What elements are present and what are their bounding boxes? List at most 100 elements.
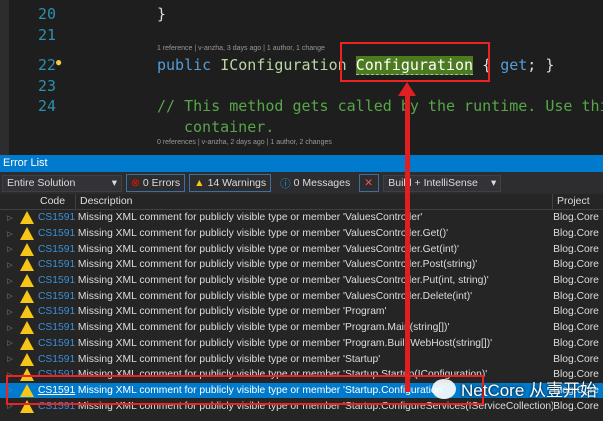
error-description: Missing XML comment for publicly visible… [77, 228, 449, 240]
keyword: public [157, 56, 212, 74]
codelens[interactable]: 1 reference | v-anzha, 3 days ago | 1 au… [157, 45, 325, 52]
expand-icon[interactable]: ▷ [4, 214, 16, 222]
error-description: Missing XML comment for publicly visible… [77, 212, 423, 224]
scope-value: Entire Solution [7, 177, 76, 189]
error-description: Missing XML comment for publicly visible… [77, 259, 478, 271]
column-description[interactable]: Description [76, 194, 553, 209]
watermark: NetCore 从壹开始 [432, 376, 597, 401]
line-number: 22 [37, 56, 56, 74]
sort-column[interactable] [0, 194, 36, 209]
error-code-link[interactable]: CS1591 [38, 259, 78, 270]
error-icon: ⊗ [131, 177, 140, 189]
error-code-link[interactable]: CS1591 [38, 228, 78, 239]
column-headers: Code Description Project [0, 194, 603, 210]
expand-icon[interactable]: ▷ [4, 324, 16, 332]
expand-icon[interactable]: ▷ [4, 308, 16, 316]
build-filter-value: Build + IntelliSense [388, 177, 478, 189]
scope-dropdown[interactable]: Entire Solution ▾ [2, 174, 122, 192]
expand-icon[interactable]: ▷ [4, 292, 16, 300]
error-project: Blog.Core [553, 353, 599, 365]
error-description: Missing XML comment for publicly visible… [77, 275, 489, 287]
error-project: Blog.Core [553, 306, 599, 318]
warnings-filter-button[interactable]: ▲ 14 Warnings [189, 174, 272, 192]
table-row[interactable]: ▷ CS1591 Missing XML comment for publicly … [0, 226, 603, 242]
column-project[interactable]: Project [553, 194, 603, 209]
error-code-link[interactable]: CS1591 [38, 212, 78, 223]
warnings-label: 14 Warnings [207, 177, 267, 189]
warning-icon [19, 289, 34, 303]
expand-icon[interactable]: ▷ [4, 277, 16, 285]
table-row[interactable]: ▷ CS1591 Missing XML comment for publicly … [0, 273, 603, 289]
expand-icon[interactable]: ▷ [4, 355, 16, 363]
keyword: get [500, 56, 528, 74]
warning-icon [19, 211, 34, 225]
messages-filter-button[interactable]: ⓘ 0 Messages [275, 174, 356, 192]
error-description: Missing XML comment for publicly visible… [77, 322, 450, 334]
annotation-box [6, 375, 484, 405]
table-row[interactable]: ▷ CS1591 Missing XML comment for publicly … [0, 241, 603, 257]
table-row[interactable]: ▷ CS1591 Missing XML comment for publicly … [0, 351, 603, 367]
error-code-link[interactable]: CS1591 [38, 275, 78, 286]
error-project: Blog.Core [553, 212, 599, 224]
error-project: Blog.Core [553, 337, 599, 349]
expand-icon[interactable]: ▷ [4, 339, 16, 347]
info-icon: ⓘ [280, 177, 291, 190]
table-row[interactable]: ▷ CS1591 Missing XML comment for publicly … [0, 210, 603, 226]
comment-line: // This method gets called by the runtim… [157, 97, 603, 115]
error-code-link[interactable]: CS1591 [38, 354, 78, 365]
warning-icon [19, 242, 34, 256]
expand-icon[interactable]: ▷ [4, 230, 16, 238]
error-project: Blog.Core [553, 259, 599, 271]
table-row[interactable]: ▷ CS1591 Missing XML comment for publicly … [0, 288, 603, 304]
column-code[interactable]: Code [36, 194, 76, 209]
filter-icon[interactable]: ✕ [359, 174, 380, 192]
panel-title: Error List [0, 155, 603, 172]
line-number: 23 [37, 77, 56, 95]
code-line: } [157, 5, 167, 23]
watermark-text: NetCore 从壹开始 [461, 381, 598, 400]
line-number: 24 [37, 97, 56, 115]
table-row[interactable]: ▷ CS1591 Missing XML comment for publicly … [0, 320, 603, 336]
error-code-link[interactable]: CS1591 [38, 291, 78, 302]
wechat-icon [432, 378, 456, 399]
error-code-link[interactable]: CS1591 [38, 244, 78, 255]
error-description: Missing XML comment for publicly visible… [77, 306, 387, 318]
expand-icon[interactable]: ▷ [4, 261, 16, 269]
expand-icon[interactable]: ▷ [4, 245, 16, 253]
chevron-down-icon: ▾ [111, 177, 117, 189]
error-code-link[interactable]: CS1591 [38, 322, 78, 333]
error-project: Blog.Core [553, 400, 599, 412]
comment-line: container. [184, 118, 275, 136]
warning-icon [19, 274, 34, 288]
error-project: Blog.Core [553, 290, 599, 302]
warning-icon [19, 305, 34, 319]
chevron-down-icon: ▾ [490, 177, 497, 189]
error-list-toolbar: Entire Solution ▾ ⊗ 0 Errors ▲ 14 Warnings … [0, 172, 603, 194]
error-project: Blog.Core [553, 228, 599, 240]
error-description: Missing XML comment for publicly visible… [77, 290, 473, 302]
table-row[interactable]: ▷ CS1591 Missing XML comment for publicly … [0, 336, 603, 352]
error-code-link[interactable]: CS1591 [38, 338, 78, 349]
error-project: Blog.Core [553, 275, 599, 287]
lightbulb-icon[interactable]: ● [55, 55, 62, 69]
table-row[interactable]: ▷ CS1591 Missing XML comment for publicly … [0, 304, 603, 320]
error-project: Blog.Core [553, 322, 599, 334]
errors-filter-button[interactable]: ⊗ 0 Errors [126, 174, 186, 192]
warning-icon [19, 352, 34, 366]
line-number: 21 [37, 26, 56, 44]
codelens[interactable]: 0 references | v-anzha, 2 days ago | 1 a… [157, 139, 332, 146]
table-row[interactable]: ▷ CS1591 Missing XML comment for publicly … [0, 257, 603, 273]
messages-label: 0 Messages [293, 177, 351, 189]
error-description: Missing XML comment for publicly visible… [77, 243, 459, 255]
error-project: Blog.Core [553, 243, 599, 255]
type-name: IConfiguration [220, 56, 347, 74]
build-filter-dropdown[interactable]: Build + IntelliSense ▾ [383, 174, 502, 192]
line-number: 20 [37, 5, 56, 23]
error-code-link[interactable]: CS1591 [38, 306, 78, 317]
warning-icon [19, 227, 34, 241]
warning-icon [19, 336, 34, 350]
code-editor[interactable]: 20 21 22 23 24 ● } 1 reference | v-anzha… [0, 0, 603, 155]
annotation-box [340, 42, 490, 82]
arrow-head [398, 82, 416, 96]
annotation-arrow [405, 92, 410, 392]
